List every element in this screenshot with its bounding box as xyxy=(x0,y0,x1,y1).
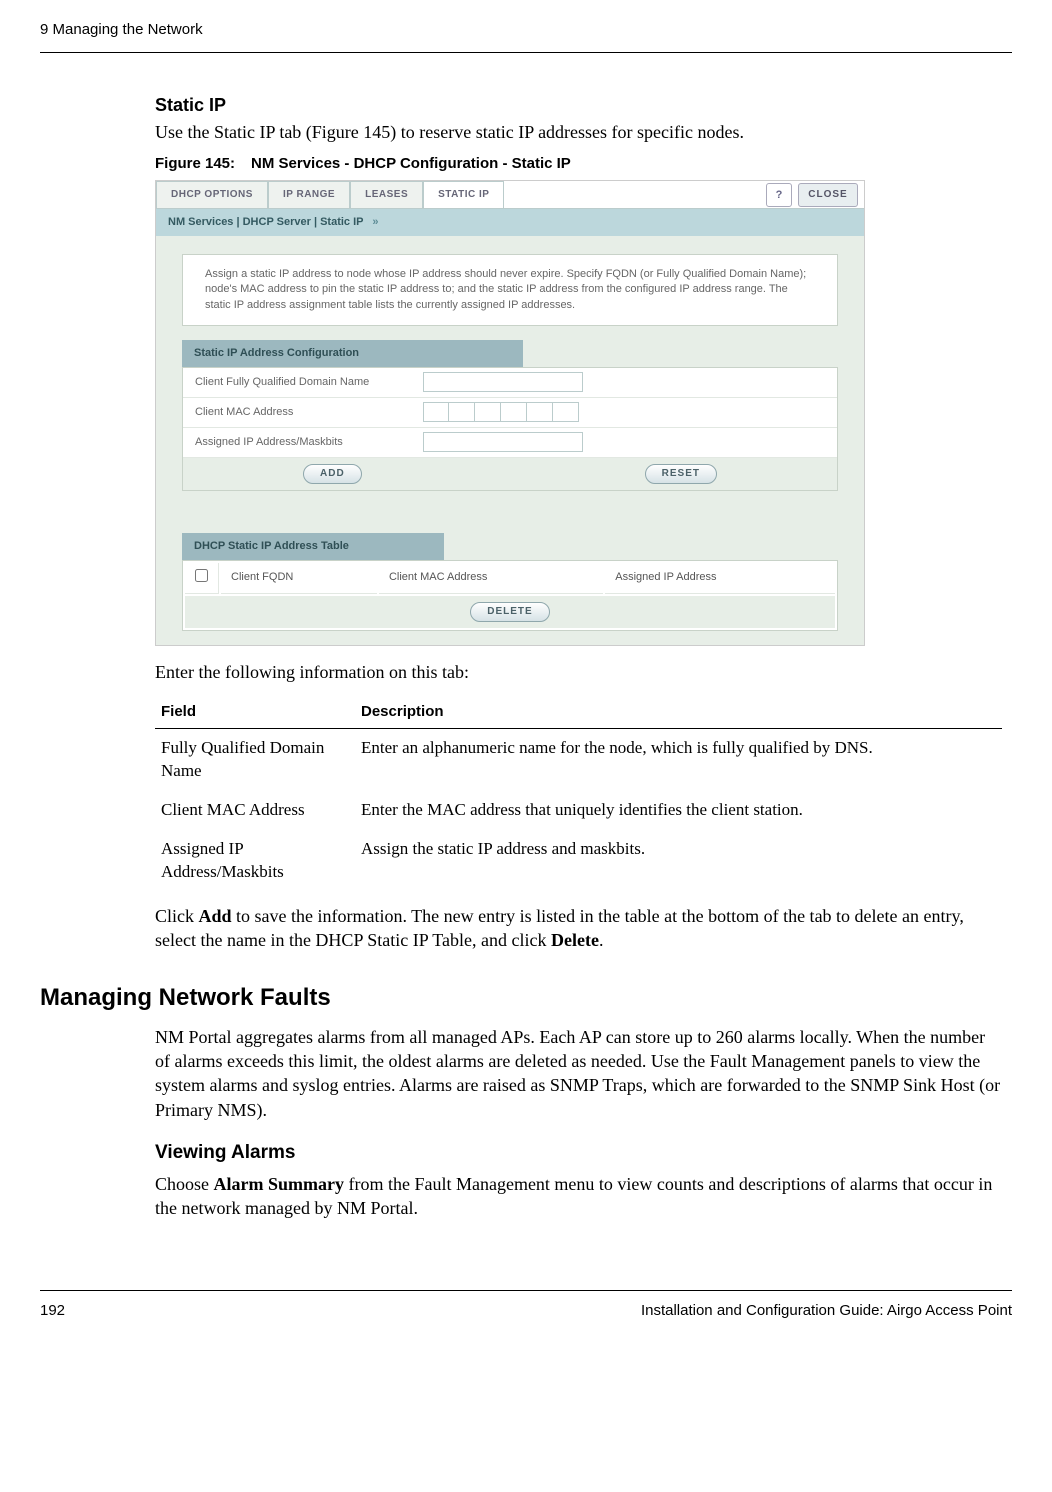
label-fqdn: Client Fully Qualified Domain Name xyxy=(183,375,423,390)
desc-header-description: Description xyxy=(355,694,1002,729)
description-table: Field Description Fully Qualified Domain… xyxy=(155,694,1002,892)
desc-field: Fully Qualified Domain Name xyxy=(155,729,355,791)
figure-title: NM Services - DHCP Configuration - Stati… xyxy=(251,155,571,172)
tab-spacer xyxy=(504,181,766,208)
figure-label: Figure 145: xyxy=(155,155,235,172)
breadcrumb: NM Services | DHCP Server | Static IP » xyxy=(156,209,864,236)
row-fqdn: Client Fully Qualified Domain Name xyxy=(183,368,837,398)
mnf-body: NM Portal aggregates alarms from all man… xyxy=(155,1025,1002,1122)
screenshot-body: Assign a static IP address to node whose… xyxy=(156,236,864,645)
mac-input-group xyxy=(423,402,579,422)
managing-network-faults-heading: Managing Network Faults xyxy=(40,982,1012,1014)
page-header: 9 Managing the Network xyxy=(40,20,1012,53)
input-mac-5[interactable] xyxy=(527,402,553,422)
select-all-checkbox[interactable] xyxy=(195,569,208,582)
enter-info-text: Enter the following information on this … xyxy=(155,660,1002,684)
config-section-title: Static IP Address Configuration xyxy=(182,340,523,367)
viewing-alarms-body: Choose Alarm Summary from the Fault Mana… xyxy=(155,1172,1002,1221)
input-mac-6[interactable] xyxy=(553,402,579,422)
desc-value: Assign the static IP address and maskbit… xyxy=(355,830,1002,892)
table-action-row: DELETE xyxy=(185,596,835,628)
figure-caption: Figure 145: NM Services - DHCP Configurat… xyxy=(155,154,1002,174)
row-buttons: ADD RESET xyxy=(183,458,837,490)
info-box: Assign a static IP address to node whose… xyxy=(182,254,838,326)
breadcrumb-text: NM Services | DHCP Server | Static IP xyxy=(168,216,363,228)
input-ipmask[interactable] xyxy=(423,432,583,452)
input-mac-1[interactable] xyxy=(423,402,449,422)
input-mac-4[interactable] xyxy=(501,402,527,422)
click-add-paragraph: Click Add to save the information. The n… xyxy=(155,904,1002,953)
desc-row: Fully Qualified Domain Name Enter an alp… xyxy=(155,729,1002,791)
static-ip-intro: Use the Static IP tab (Figure 145) to re… xyxy=(155,120,1002,144)
tab-static-ip[interactable]: STATIC IP xyxy=(423,181,504,208)
page-footer: 192 Installation and Configuration Guide… xyxy=(40,1290,1012,1321)
input-mac-2[interactable] xyxy=(449,402,475,422)
label-ipmask: Assigned IP Address/Maskbits xyxy=(183,435,423,450)
bold-alarm-summary: Alarm Summary xyxy=(214,1174,344,1194)
viewing-alarms-heading: Viewing Alarms xyxy=(155,1140,1002,1166)
chapter-title: 9 Managing the Network xyxy=(40,20,203,40)
delete-button[interactable]: DELETE xyxy=(470,602,549,622)
row-mac: Client MAC Address xyxy=(183,398,837,428)
tab-leases[interactable]: LEASES xyxy=(350,181,423,208)
table-header-row: Client FQDN Client MAC Address Assigned … xyxy=(185,563,835,594)
desc-field: Assigned IP Address/Maskbits xyxy=(155,830,355,892)
desc-header-field: Field xyxy=(155,694,355,729)
tab-bar: DHCP OPTIONS IP RANGE LEASES STATIC IP ?… xyxy=(156,181,864,209)
bold-add: Add xyxy=(199,906,232,926)
static-ip-heading: Static IP xyxy=(155,93,1002,117)
help-button[interactable]: ? xyxy=(766,183,792,207)
desc-row: Assigned IP Address/Maskbits Assign the … xyxy=(155,830,1002,892)
footer-title: Installation and Configuration Guide: Ai… xyxy=(641,1301,1012,1321)
close-button[interactable]: CLOSE xyxy=(798,183,858,207)
input-mac-3[interactable] xyxy=(475,402,501,422)
reset-button[interactable]: RESET xyxy=(645,464,717,484)
screenshot: DHCP OPTIONS IP RANGE LEASES STATIC IP ?… xyxy=(155,180,865,646)
header-checkbox-cell xyxy=(185,563,219,594)
col-assigned-ip: Assigned IP Address xyxy=(605,563,835,594)
tab-ip-range[interactable]: IP RANGE xyxy=(268,181,350,208)
desc-value: Enter an alphanumeric name for the node,… xyxy=(355,729,1002,791)
desc-row: Client MAC Address Enter the MAC address… xyxy=(155,791,1002,830)
table-section-title: DHCP Static IP Address Table xyxy=(182,533,444,560)
text-fragment: Choose xyxy=(155,1174,214,1194)
static-ip-table: Client FQDN Client MAC Address Assigned … xyxy=(182,560,838,631)
label-mac: Client MAC Address xyxy=(183,405,423,420)
row-ipmask: Assigned IP Address/Maskbits xyxy=(183,428,837,458)
bold-delete: Delete xyxy=(551,930,599,950)
page-number: 192 xyxy=(40,1301,65,1321)
desc-value: Enter the MAC address that uniquely iden… xyxy=(355,791,1002,830)
text-fragment: . xyxy=(599,930,604,950)
add-button[interactable]: ADD xyxy=(303,464,362,484)
config-form: Client Fully Qualified Domain Name Clien… xyxy=(182,367,838,491)
col-client-fqdn: Client FQDN xyxy=(221,563,377,594)
col-client-mac: Client MAC Address xyxy=(379,563,603,594)
breadcrumb-sep-icon: » xyxy=(369,215,381,230)
text-fragment: Click xyxy=(155,906,199,926)
input-fqdn[interactable] xyxy=(423,372,583,392)
desc-field: Client MAC Address xyxy=(155,791,355,830)
tab-dhcp-options[interactable]: DHCP OPTIONS xyxy=(156,181,268,208)
